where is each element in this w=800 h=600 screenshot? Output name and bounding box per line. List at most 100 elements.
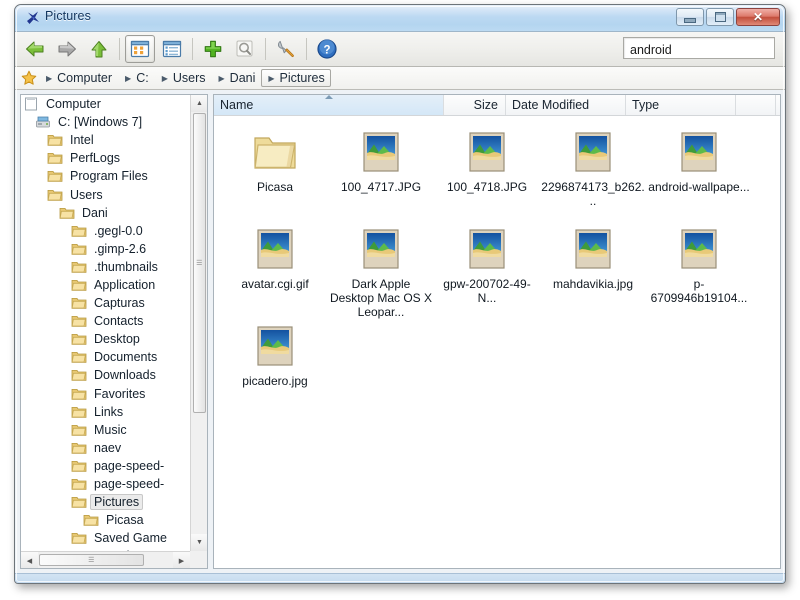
tree-node-desktop[interactable]: Desktop [21, 330, 190, 348]
tree-node-users[interactable]: Users [21, 185, 190, 203]
search-input[interactable] [623, 37, 775, 59]
tree-node-picasa[interactable]: Picasa [21, 511, 190, 529]
tree-scroll-right-button[interactable]: ▶ [173, 552, 190, 568]
list-view-button[interactable] [157, 35, 187, 63]
tree-vertical-scrollbar[interactable]: ▲ ☰ ▼ [190, 95, 207, 551]
file-icon-grid[interactable]: Picasa 100_4717.JPG 100_4718.JPG 2296874173… [214, 116, 780, 413]
minimize-icon [684, 17, 696, 23]
file-item[interactable]: Dark Apple Desktop Mac OS X Leopar... [328, 219, 434, 319]
folder-icon [71, 440, 87, 456]
tree-node-music[interactable]: Music [21, 421, 190, 439]
search-button[interactable] [230, 35, 260, 63]
file-item-label: 100_4717.JPG [340, 180, 422, 194]
file-item[interactable]: avatar.cgi.gif [222, 219, 328, 314]
tree-node-label: Music [94, 422, 127, 437]
folder-tree[interactable]: Computer C: [Windows 7] Intel PerfLogs Progr… [21, 95, 190, 551]
tree-node-capturas[interactable]: Capturas [21, 294, 190, 312]
image-file-icon [569, 128, 617, 176]
tree-node-perflogs[interactable]: PerfLogs [21, 149, 190, 167]
tree-node-gegl-0-0[interactable]: .gegl-0.0 [21, 222, 190, 240]
tree-node-naev[interactable]: naev [21, 439, 190, 457]
tree-node-label: C: [Windows 7] [58, 115, 143, 130]
breadcrumb-item-computer[interactable]: ▶ Computer [39, 69, 118, 87]
icon-view-button[interactable] [125, 35, 155, 63]
breadcrumb-item-c[interactable]: ▶ C: [118, 69, 155, 87]
tree-node-gimp-2-6[interactable]: .gimp-2.6 [21, 240, 190, 258]
breadcrumb: ▶ Computer ▶ C: ▶ Users ▶ Dani ▶ Pictures [15, 67, 785, 90]
breadcrumb-item-pictures[interactable]: ▶ Pictures [261, 69, 331, 87]
minimize-button[interactable] [676, 8, 704, 26]
tree-node-label: naev [94, 440, 122, 455]
grip-icon: ☰ [196, 260, 203, 267]
file-item[interactable]: Picasa [222, 122, 328, 217]
tree-node-application[interactable]: Application [21, 276, 190, 294]
folder-icon [71, 223, 87, 239]
column-header-type[interactable]: Type [626, 95, 736, 115]
column-header-size[interactable]: Size [444, 95, 506, 115]
tree-node-links[interactable]: Links [21, 403, 190, 421]
file-item[interactable]: gpw-200702-49-N... [434, 219, 540, 314]
column-header-blank[interactable] [736, 95, 776, 115]
forward-button[interactable] [52, 35, 82, 63]
tree-node-computer[interactable]: Computer [21, 95, 190, 113]
help-button[interactable]: ? [312, 35, 342, 63]
tree-horizontal-scrollbar[interactable]: ◀ ☰ ▶ [21, 551, 190, 568]
breadcrumb-item-users[interactable]: ▶ Users [155, 69, 212, 87]
add-button[interactable] [198, 35, 228, 63]
tree-node-intel[interactable]: Intel [21, 131, 190, 149]
tree-scroll-left-button[interactable]: ◀ [21, 552, 38, 568]
column-header-date-modified[interactable]: Date Modified [506, 95, 626, 115]
tree-node-favorites[interactable]: Favorites [21, 385, 190, 403]
file-item[interactable]: 100_4717.JPG [328, 122, 434, 217]
favorites-star-icon[interactable] [21, 70, 37, 86]
tree-node-pictures[interactable]: Pictures [21, 493, 190, 511]
sort-ascending-icon [324, 95, 333, 99]
tree-node-downloads[interactable]: Downloads [21, 366, 190, 384]
tree-node-page-speed[interactable]: page-speed- [21, 475, 190, 493]
tree-node-c-windows-7[interactable]: C: [Windows 7] [21, 113, 190, 131]
tree-node-program-files[interactable]: Program Files [21, 167, 190, 185]
up-button[interactable] [84, 35, 114, 63]
tree-node-page-speed[interactable]: page-speed- [21, 457, 190, 475]
title-bar[interactable]: Pictures ✕ [15, 5, 785, 32]
maximize-button[interactable] [706, 8, 734, 26]
file-item[interactable]: 2296874173_b262... [540, 122, 646, 217]
tools-button[interactable] [271, 35, 301, 63]
tree-node-label: .thumbnails [94, 259, 158, 274]
column-header-name[interactable]: Name [214, 95, 444, 115]
folder-icon [47, 187, 63, 203]
breadcrumb-item-label: Pictures [279, 71, 325, 85]
tree-scroll-up-button[interactable]: ▲ [191, 95, 207, 112]
tree-vertical-scroll-thumb[interactable]: ☰ [193, 113, 206, 413]
image-file-icon [251, 322, 299, 370]
toolbar-separator [119, 38, 120, 60]
tree-node-label: .gegl-0.0 [94, 223, 143, 238]
tree-node-label: .gimp-2.6 [94, 241, 147, 256]
tree-node-saved-game[interactable]: Saved Game [21, 529, 190, 547]
folder-icon [71, 476, 87, 492]
folder-icon [71, 259, 87, 275]
back-button[interactable] [20, 35, 50, 63]
file-item[interactable]: p-6709946b19104... [646, 219, 752, 314]
file-item[interactable]: mahdavikia.jpg [540, 219, 646, 314]
tree-node-contacts[interactable]: Contacts [21, 312, 190, 330]
tree-horizontal-scroll-thumb[interactable]: ☰ [39, 554, 144, 566]
close-button[interactable]: ✕ [736, 8, 780, 26]
tree-node-thumbnails[interactable]: .thumbnails [21, 258, 190, 276]
tree-scroll-down-button[interactable]: ▼ [191, 534, 207, 551]
file-item[interactable]: 100_4718.JPG [434, 122, 540, 217]
file-list-pane: Name Size Date Modified Type Picasa 100_4717… [213, 94, 781, 569]
breadcrumb-item-dani[interactable]: ▶ Dani [212, 69, 262, 87]
folder-icon [71, 404, 87, 420]
file-item[interactable]: picadero.jpg [222, 316, 328, 411]
tree-node-dani[interactable]: Dani [21, 204, 190, 222]
file-item-label: Picasa [256, 180, 294, 194]
tree-node-label: Capturas [94, 296, 145, 311]
tree-node-documents[interactable]: Documents [21, 348, 190, 366]
image-file-icon [357, 225, 405, 273]
image-file-icon [569, 225, 617, 273]
file-item[interactable]: android-wallpape... [646, 122, 752, 217]
chevron-right-icon: ▶ [178, 557, 185, 565]
magnifier-icon [236, 40, 253, 57]
breadcrumb-item-label: Dani [229, 71, 256, 85]
